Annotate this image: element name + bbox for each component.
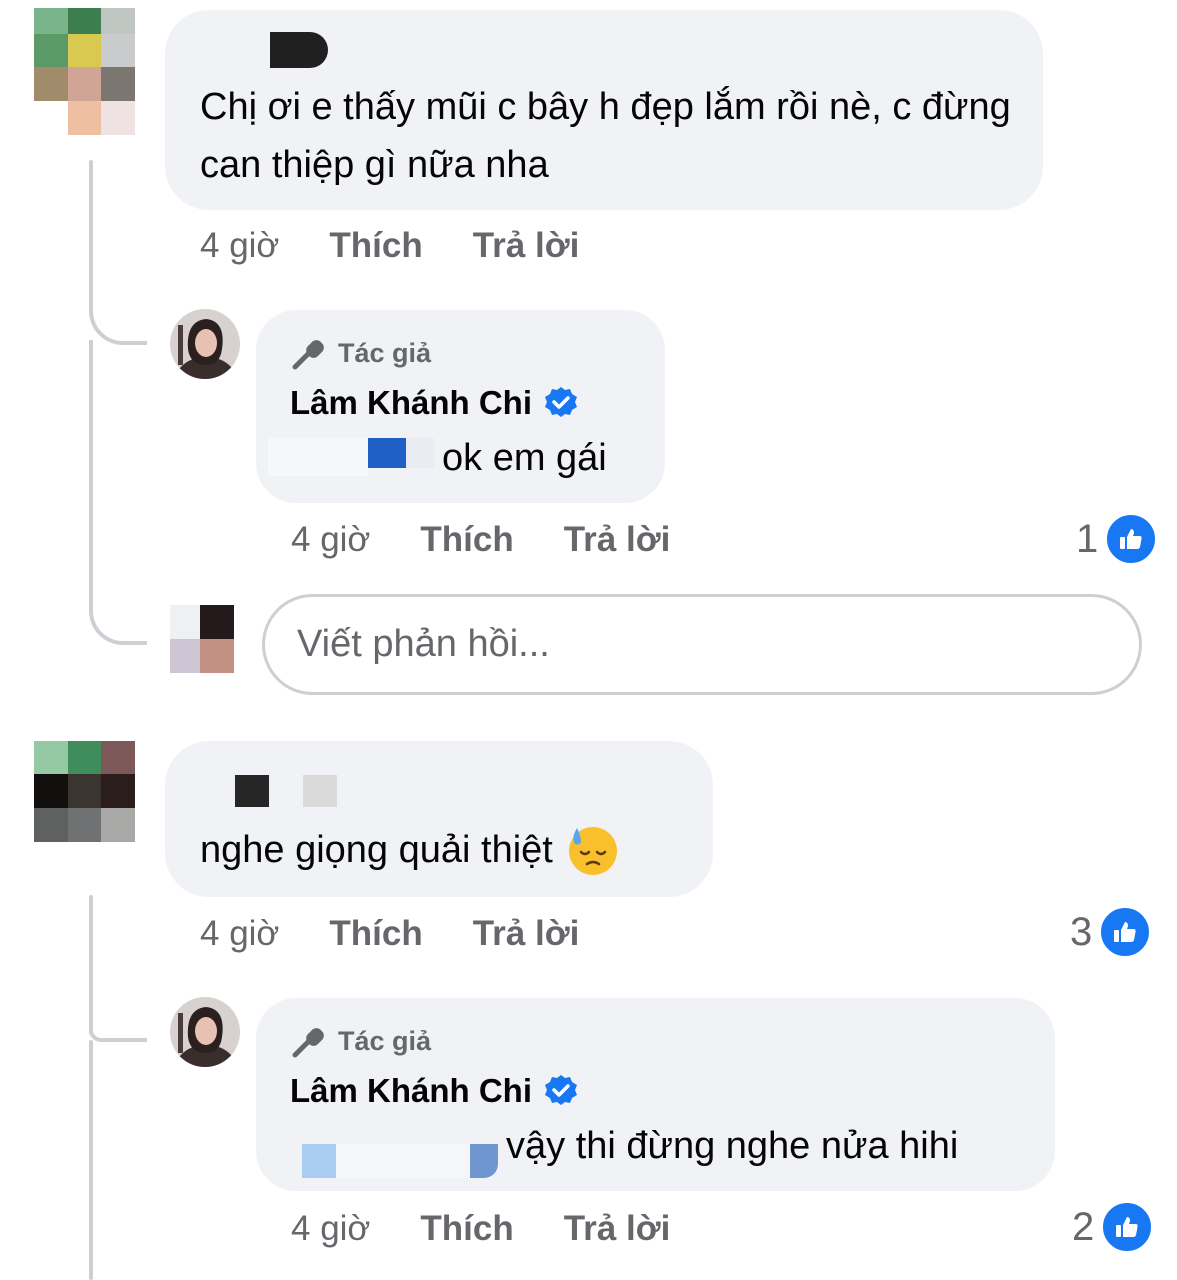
author-badge: Tác giả xyxy=(292,1024,431,1058)
thumbs-up-icon xyxy=(1100,1200,1155,1254)
comment-timestamp[interactable]: 4 giờ xyxy=(200,226,279,266)
reaction-count: 1 xyxy=(1076,516,1099,561)
microphone-icon xyxy=(292,1028,324,1058)
current-user-avatar xyxy=(170,605,242,673)
comment-text: Chị ơi e thấy mũi c bây h đẹp lắm rồi nè… xyxy=(200,86,1011,186)
thread-line xyxy=(89,895,93,1035)
mentioned-user-redacted[interactable] xyxy=(470,1144,498,1178)
mentioned-user-redacted[interactable] xyxy=(336,1144,470,1178)
author-reply-bubble: Tác giả Lâm Khánh Chi vậy thi đừng nghe … xyxy=(256,998,1055,1191)
reaction-count: 3 xyxy=(1070,909,1093,954)
downcast-sweat-emoji-icon xyxy=(567,824,619,876)
reply-timestamp[interactable]: 4 giờ xyxy=(291,520,370,560)
reaction-count: 2 xyxy=(1072,1204,1095,1249)
author-name[interactable]: Lâm Khánh Chi xyxy=(290,1072,578,1110)
author-name[interactable]: Lâm Khánh Chi xyxy=(290,384,578,422)
mentioned-user-redacted[interactable] xyxy=(268,438,368,476)
author-badge-label: Tác giả xyxy=(338,337,432,368)
thumbs-up-icon xyxy=(1104,512,1159,566)
comment-bubble: Chị ơi e thấy mũi c bây h đẹp lắm rồi nè… xyxy=(165,10,1043,210)
microphone-icon xyxy=(292,340,324,370)
thread-line xyxy=(89,1040,93,1280)
author-name-text: Lâm Khánh Chi xyxy=(290,384,533,421)
like-button[interactable]: Thích xyxy=(420,520,513,560)
verified-badge-icon xyxy=(545,387,578,417)
comment-text: nghe giọng quải thiệt xyxy=(200,821,619,879)
thumbs-up-icon xyxy=(1098,905,1153,959)
reply-text: ok em gái xyxy=(442,437,607,479)
comment-actions: 4 giờ Thích Trả lời xyxy=(200,226,629,266)
comment-actions: 4 giờ Thích Trả lời xyxy=(200,914,629,954)
commenter-name-redacted xyxy=(235,775,269,807)
mentioned-user-redacted[interactable] xyxy=(406,438,434,468)
comment-text-content: nghe giọng quải thiệt xyxy=(200,829,553,871)
reply-actions: 4 giờ Thích Trả lời xyxy=(291,520,720,560)
reply-button[interactable]: Trả lời xyxy=(564,520,671,560)
commenter-name-redacted xyxy=(303,775,337,807)
verified-badge-icon xyxy=(545,1075,578,1105)
author-name-text: Lâm Khánh Chi xyxy=(290,1072,533,1109)
mentioned-user-redacted[interactable] xyxy=(368,438,406,468)
thread-connector xyxy=(89,295,147,345)
author-badge-label: Tác giả xyxy=(338,1025,432,1056)
commenter-avatar[interactable] xyxy=(34,8,135,135)
reaction-summary[interactable]: 2 xyxy=(1072,1200,1155,1254)
thread-connector xyxy=(89,1030,147,1042)
thread-line xyxy=(89,160,93,300)
like-button[interactable]: Thích xyxy=(420,1209,513,1249)
reply-text: vậy thi đừng nghe nửa hihi xyxy=(506,1125,959,1167)
mentioned-user-redacted[interactable] xyxy=(302,1144,336,1178)
author-reply-bubble: Tác giả Lâm Khánh Chi ok em gái xyxy=(256,310,665,503)
commenter-name-redacted xyxy=(270,32,328,68)
author-badge: Tác giả xyxy=(292,336,431,370)
author-avatar[interactable] xyxy=(170,309,240,379)
reply-actions: 4 giờ Thích Trả lời xyxy=(291,1209,720,1249)
commenter-avatar[interactable] xyxy=(34,741,135,842)
reply-button[interactable]: Trả lời xyxy=(473,914,580,954)
reaction-summary[interactable]: 1 xyxy=(1076,512,1159,566)
reply-button[interactable]: Trả lời xyxy=(473,226,580,266)
reply-button[interactable]: Trả lời xyxy=(564,1209,671,1249)
like-button[interactable]: Thích xyxy=(329,226,422,266)
comment-bubble: nghe giọng quải thiệt xyxy=(165,741,713,897)
reply-input[interactable]: Viết phản hồi... xyxy=(262,594,1142,695)
author-avatar[interactable] xyxy=(170,997,240,1067)
comment-timestamp[interactable]: 4 giờ xyxy=(200,914,279,954)
like-button[interactable]: Thích xyxy=(329,914,422,954)
reply-input-placeholder: Viết phản hồi... xyxy=(297,623,550,665)
reply-timestamp[interactable]: 4 giờ xyxy=(291,1209,370,1249)
thread-connector xyxy=(89,340,147,645)
reaction-summary[interactable]: 3 xyxy=(1070,905,1153,959)
